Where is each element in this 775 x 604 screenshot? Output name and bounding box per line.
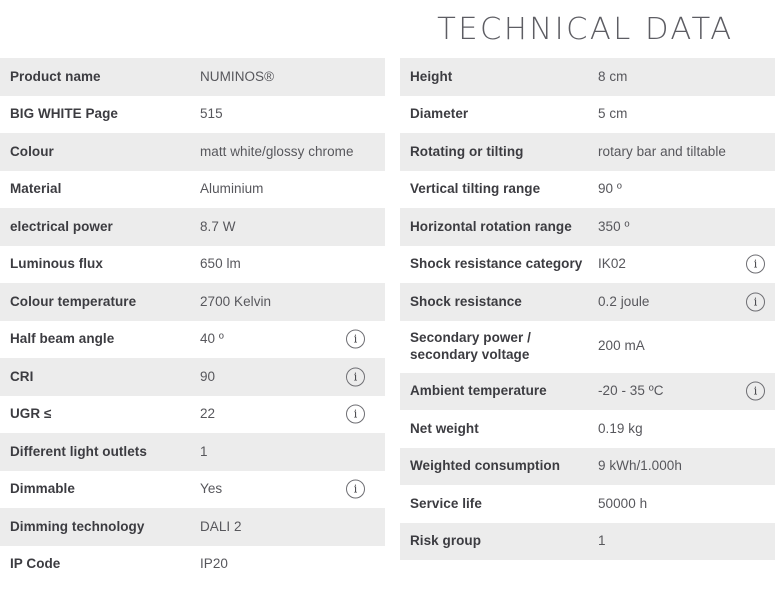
spec-row: Service life 50000 h — [400, 485, 775, 523]
spec-label: Luminous flux — [10, 256, 103, 272]
info-icon[interactable]: i — [746, 254, 765, 274]
spec-label: Ambient temperature — [410, 383, 547, 399]
spec-value: 90 º — [598, 181, 622, 197]
spec-label: Weighted consumption — [410, 458, 560, 474]
spec-label: Diameter — [410, 106, 469, 122]
spec-label: Product name — [10, 68, 101, 84]
page-header: TECHNICAL DATA — [395, 0, 775, 58]
spec-row: Rotating or tilting rotary bar and tiltab… — [400, 133, 775, 171]
spec-label: IP Code — [10, 556, 61, 572]
spec-row: Different light outlets 1 — [0, 433, 385, 471]
spec-value: 50000 h — [598, 495, 648, 511]
spec-label: Service life — [410, 495, 482, 511]
spec-value: 650 lm — [200, 256, 241, 272]
spec-label: CRI — [10, 368, 34, 384]
spec-label: Horizontal rotation range — [410, 218, 572, 234]
spec-row: Material Aluminium — [0, 170, 385, 208]
spec-row: Vertical tilting range 90 º — [400, 170, 775, 208]
spec-table-left: Product name NUMINOS® BIG WHITE Page 515 Col… — [0, 58, 385, 583]
spec-value: 350 º — [598, 218, 630, 234]
spec-label: BIG WHITE Page — [10, 106, 118, 122]
spec-value: 0.19 kg — [598, 420, 643, 436]
spec-row: UGR ≤22 i — [0, 395, 385, 433]
spec-row: Risk group 1 — [400, 522, 775, 560]
spec-row: Half beam angle 40 ºi — [0, 320, 385, 358]
spec-label: Height — [410, 68, 453, 84]
spec-table-right: Height 8 cm Diameter 5 cm Rotating or tiltin… — [400, 58, 775, 560]
spec-value: 2700 Kelvin — [200, 293, 272, 309]
spec-row: Height 8 cm — [400, 58, 775, 96]
spec-value: Aluminium — [200, 181, 264, 197]
spec-value: IP20 — [200, 556, 228, 572]
spec-label: Dimming technology — [10, 518, 145, 534]
spec-row: Horizontal rotation range 350 º — [400, 208, 775, 246]
spec-value: matt white/glossy chrome — [200, 143, 354, 159]
page-title: TECHNICAL DATA — [436, 11, 734, 47]
spec-row: Product name NUMINOS® — [0, 58, 385, 96]
spec-value: 8.7 W — [200, 218, 236, 234]
info-icon[interactable]: i — [746, 292, 765, 312]
spec-label: Secondary power / secondary voltage — [410, 330, 531, 362]
spec-row: Weighted consumption 9 kWh/1.000h — [400, 447, 775, 485]
spec-value: rotary bar and tiltable — [598, 143, 726, 159]
info-icon[interactable]: i — [346, 404, 365, 424]
spec-label: Net weight — [410, 420, 479, 436]
spec-row: IP Code IP20 — [0, 545, 385, 583]
info-icon[interactable]: i — [346, 479, 365, 499]
spec-value: 8 cm — [598, 68, 628, 84]
spec-value: NUMINOS® — [200, 68, 275, 84]
spec-row: Secondary power / secondary voltage 200 m… — [400, 320, 775, 373]
spec-label: Vertical tilting range — [410, 181, 541, 197]
spec-row: CRI 90 i — [0, 358, 385, 396]
spec-value: 1 — [598, 533, 606, 549]
spec-row: Ambient temperature -20 - 35 ºC i — [400, 372, 775, 410]
spec-label: Half beam angle — [10, 331, 115, 347]
spec-row: Colour matt white/glossy chrome — [0, 133, 385, 171]
spec-label: Colour — [10, 143, 54, 159]
spec-value: DALI 2 — [200, 518, 242, 534]
spec-row: Net weight 0.19 kg — [400, 410, 775, 448]
spec-value: 515 — [200, 106, 223, 122]
spec-row: Luminous flux 650 lm — [0, 245, 385, 283]
spec-label: Shock resistance — [410, 293, 522, 309]
spec-value: 9 kWh/1.000h — [598, 458, 682, 474]
spec-row: Shock resistance 0.2 joule i — [400, 283, 775, 321]
spec-row: Diameter 5 cm — [400, 95, 775, 133]
info-icon[interactable]: i — [346, 367, 365, 387]
spec-value: 5 cm — [598, 106, 628, 122]
spec-label: Dimmable — [10, 481, 75, 497]
spec-label: Risk group — [410, 533, 482, 549]
spec-row: electrical power 8.7 W — [0, 208, 385, 246]
spec-label: Different light outlets — [10, 443, 147, 459]
info-icon[interactable]: i — [346, 329, 365, 349]
spec-label: UGR ≤ — [10, 406, 52, 422]
spec-row: BIG WHITE Page 515 — [0, 95, 385, 133]
spec-label: Colour temperature — [10, 293, 137, 309]
spec-label: Rotating or tilting — [410, 143, 524, 159]
spec-label: Shock resistance category — [410, 256, 583, 272]
spec-value: 1 — [200, 443, 208, 459]
spec-value: 200 mA — [598, 338, 645, 354]
spec-row: Colour temperature 2700 Kelvin — [0, 283, 385, 321]
spec-label: Material — [10, 181, 62, 197]
spec-row: Dimmable Yes i — [0, 470, 385, 508]
spec-row: Dimming technology DALI 2 — [0, 508, 385, 546]
spec-tables: Product name NUMINOS® BIG WHITE Page 515 Col… — [0, 58, 775, 604]
info-icon[interactable]: i — [746, 381, 765, 401]
spec-row: Shock resistance category IK02 i — [400, 245, 775, 283]
spec-label: electrical power — [10, 218, 113, 234]
